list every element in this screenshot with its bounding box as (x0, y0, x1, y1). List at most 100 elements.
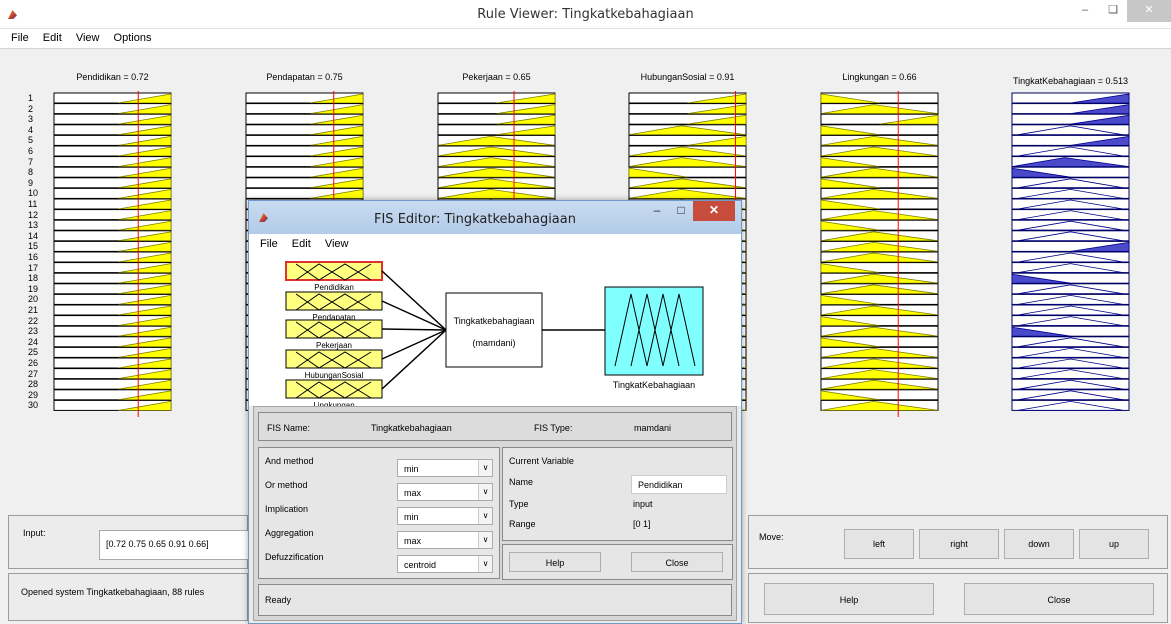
rule-cell[interactable] (53, 113, 172, 125)
rule-cell[interactable] (1011, 219, 1130, 231)
rule-cell[interactable] (1011, 336, 1130, 348)
rule-cell[interactable] (437, 113, 556, 125)
rule-cell[interactable] (53, 219, 172, 231)
rule-cell[interactable] (1011, 230, 1130, 242)
fis-close-button[interactable]: Close (631, 552, 723, 572)
rule-cell[interactable] (53, 315, 172, 327)
rule-cell[interactable] (53, 399, 172, 411)
rule-cell[interactable] (245, 177, 364, 189)
fis-minimize-icon[interactable]: – (645, 201, 669, 221)
rule-cell[interactable] (820, 368, 939, 380)
fis-close-icon[interactable]: ✕ (693, 201, 735, 221)
rule-cell[interactable] (1011, 346, 1130, 358)
rule-cell[interactable] (1011, 113, 1130, 125)
rule-cell[interactable] (1011, 134, 1130, 146)
move-right-button[interactable]: right (919, 529, 999, 559)
rule-cell[interactable] (53, 209, 172, 221)
rule-cell[interactable] (1011, 156, 1130, 168)
rule-cell[interactable] (245, 103, 364, 115)
method-select[interactable]: min ∨ (397, 507, 493, 525)
menu-view[interactable]: View (76, 32, 100, 44)
rule-cell[interactable] (53, 145, 172, 157)
rule-cell[interactable] (53, 336, 172, 348)
rule-cell[interactable] (437, 103, 556, 115)
method-select[interactable]: min ∨ (397, 459, 493, 477)
rule-cell[interactable] (245, 134, 364, 146)
rule-cell[interactable] (820, 262, 939, 274)
fis-input-block[interactable] (285, 261, 383, 281)
rule-cell[interactable] (1011, 325, 1130, 337)
rule-cell[interactable] (820, 103, 939, 115)
rule-cell[interactable] (628, 156, 747, 168)
rule-cell[interactable] (820, 230, 939, 242)
system-block[interactable] (445, 292, 543, 368)
rule-cell[interactable] (437, 166, 556, 178)
menu-edit[interactable]: Edit (43, 32, 62, 44)
move-up-button[interactable]: up (1079, 529, 1149, 559)
menu-options[interactable]: Options (114, 32, 152, 44)
rule-cell[interactable] (1011, 293, 1130, 305)
rule-cell[interactable] (628, 145, 747, 157)
chevron-down-icon[interactable]: ∨ (478, 556, 492, 572)
rule-cell[interactable] (1011, 378, 1130, 390)
rule-cell[interactable] (820, 124, 939, 136)
rule-cell[interactable] (1011, 198, 1130, 210)
rule-cell[interactable] (820, 378, 939, 390)
rule-cell[interactable] (437, 134, 556, 146)
rule-cell[interactable] (53, 357, 172, 369)
move-left-button[interactable]: left (844, 529, 914, 559)
fis-input-block[interactable] (285, 349, 383, 369)
output-block[interactable] (604, 286, 704, 376)
rule-cell[interactable] (53, 240, 172, 252)
move-down-button[interactable]: down (1004, 529, 1074, 559)
rule-cell[interactable] (53, 283, 172, 295)
rule-cell[interactable] (820, 113, 939, 125)
rule-cell[interactable] (820, 304, 939, 316)
rule-cell[interactable] (820, 336, 939, 348)
close-button[interactable]: Close (964, 583, 1154, 615)
fis-menu-view[interactable]: View (325, 238, 349, 250)
rule-cell[interactable] (53, 325, 172, 337)
rule-cell[interactable] (1011, 240, 1130, 252)
rule-cell[interactable] (820, 283, 939, 295)
rule-cell[interactable] (628, 124, 747, 136)
rule-cell[interactable] (53, 251, 172, 263)
rule-cell[interactable] (820, 251, 939, 263)
fis-input-block[interactable] (285, 379, 383, 399)
rule-cell[interactable] (53, 124, 172, 136)
method-select[interactable]: max ∨ (397, 483, 493, 501)
rule-cell[interactable] (628, 166, 747, 178)
rule-cell[interactable] (1011, 166, 1130, 178)
fis-input-block[interactable] (285, 319, 383, 339)
rule-cell[interactable] (53, 346, 172, 358)
rule-cell[interactable] (245, 113, 364, 125)
fis-editor-window[interactable]: FIS Editor: Tingkatkebahagiaan – □ ✕ Fil… (248, 200, 742, 624)
fis-maximize-icon[interactable]: □ (669, 201, 693, 221)
rule-cell[interactable] (245, 187, 364, 199)
minimize-icon[interactable]: – (1071, 0, 1099, 22)
rule-cell[interactable] (1011, 145, 1130, 157)
rule-cell[interactable] (53, 389, 172, 401)
rule-cell[interactable] (53, 156, 172, 168)
fis-input-block[interactable] (285, 291, 383, 311)
rule-cell[interactable] (53, 262, 172, 274)
rule-cell[interactable] (1011, 389, 1130, 401)
rule-cell[interactable] (53, 368, 172, 380)
rule-cell[interactable] (820, 293, 939, 305)
method-select[interactable]: max ∨ (397, 531, 493, 549)
rule-cell[interactable] (820, 209, 939, 221)
rule-cell[interactable] (53, 187, 172, 199)
rule-cell[interactable] (53, 134, 172, 146)
rule-cell[interactable] (437, 177, 556, 189)
rule-cell[interactable] (1011, 368, 1130, 380)
chevron-down-icon[interactable]: ∨ (478, 484, 492, 500)
rule-cell[interactable] (53, 198, 172, 210)
rule-cell[interactable] (820, 315, 939, 327)
rule-cell[interactable] (53, 272, 172, 284)
rule-cell[interactable] (53, 378, 172, 390)
rule-cell[interactable] (820, 145, 939, 157)
rule-cell[interactable] (820, 272, 939, 284)
rule-cell[interactable] (1011, 272, 1130, 284)
rule-cell[interactable] (1011, 187, 1130, 199)
close-icon[interactable]: ✕ (1127, 0, 1171, 22)
